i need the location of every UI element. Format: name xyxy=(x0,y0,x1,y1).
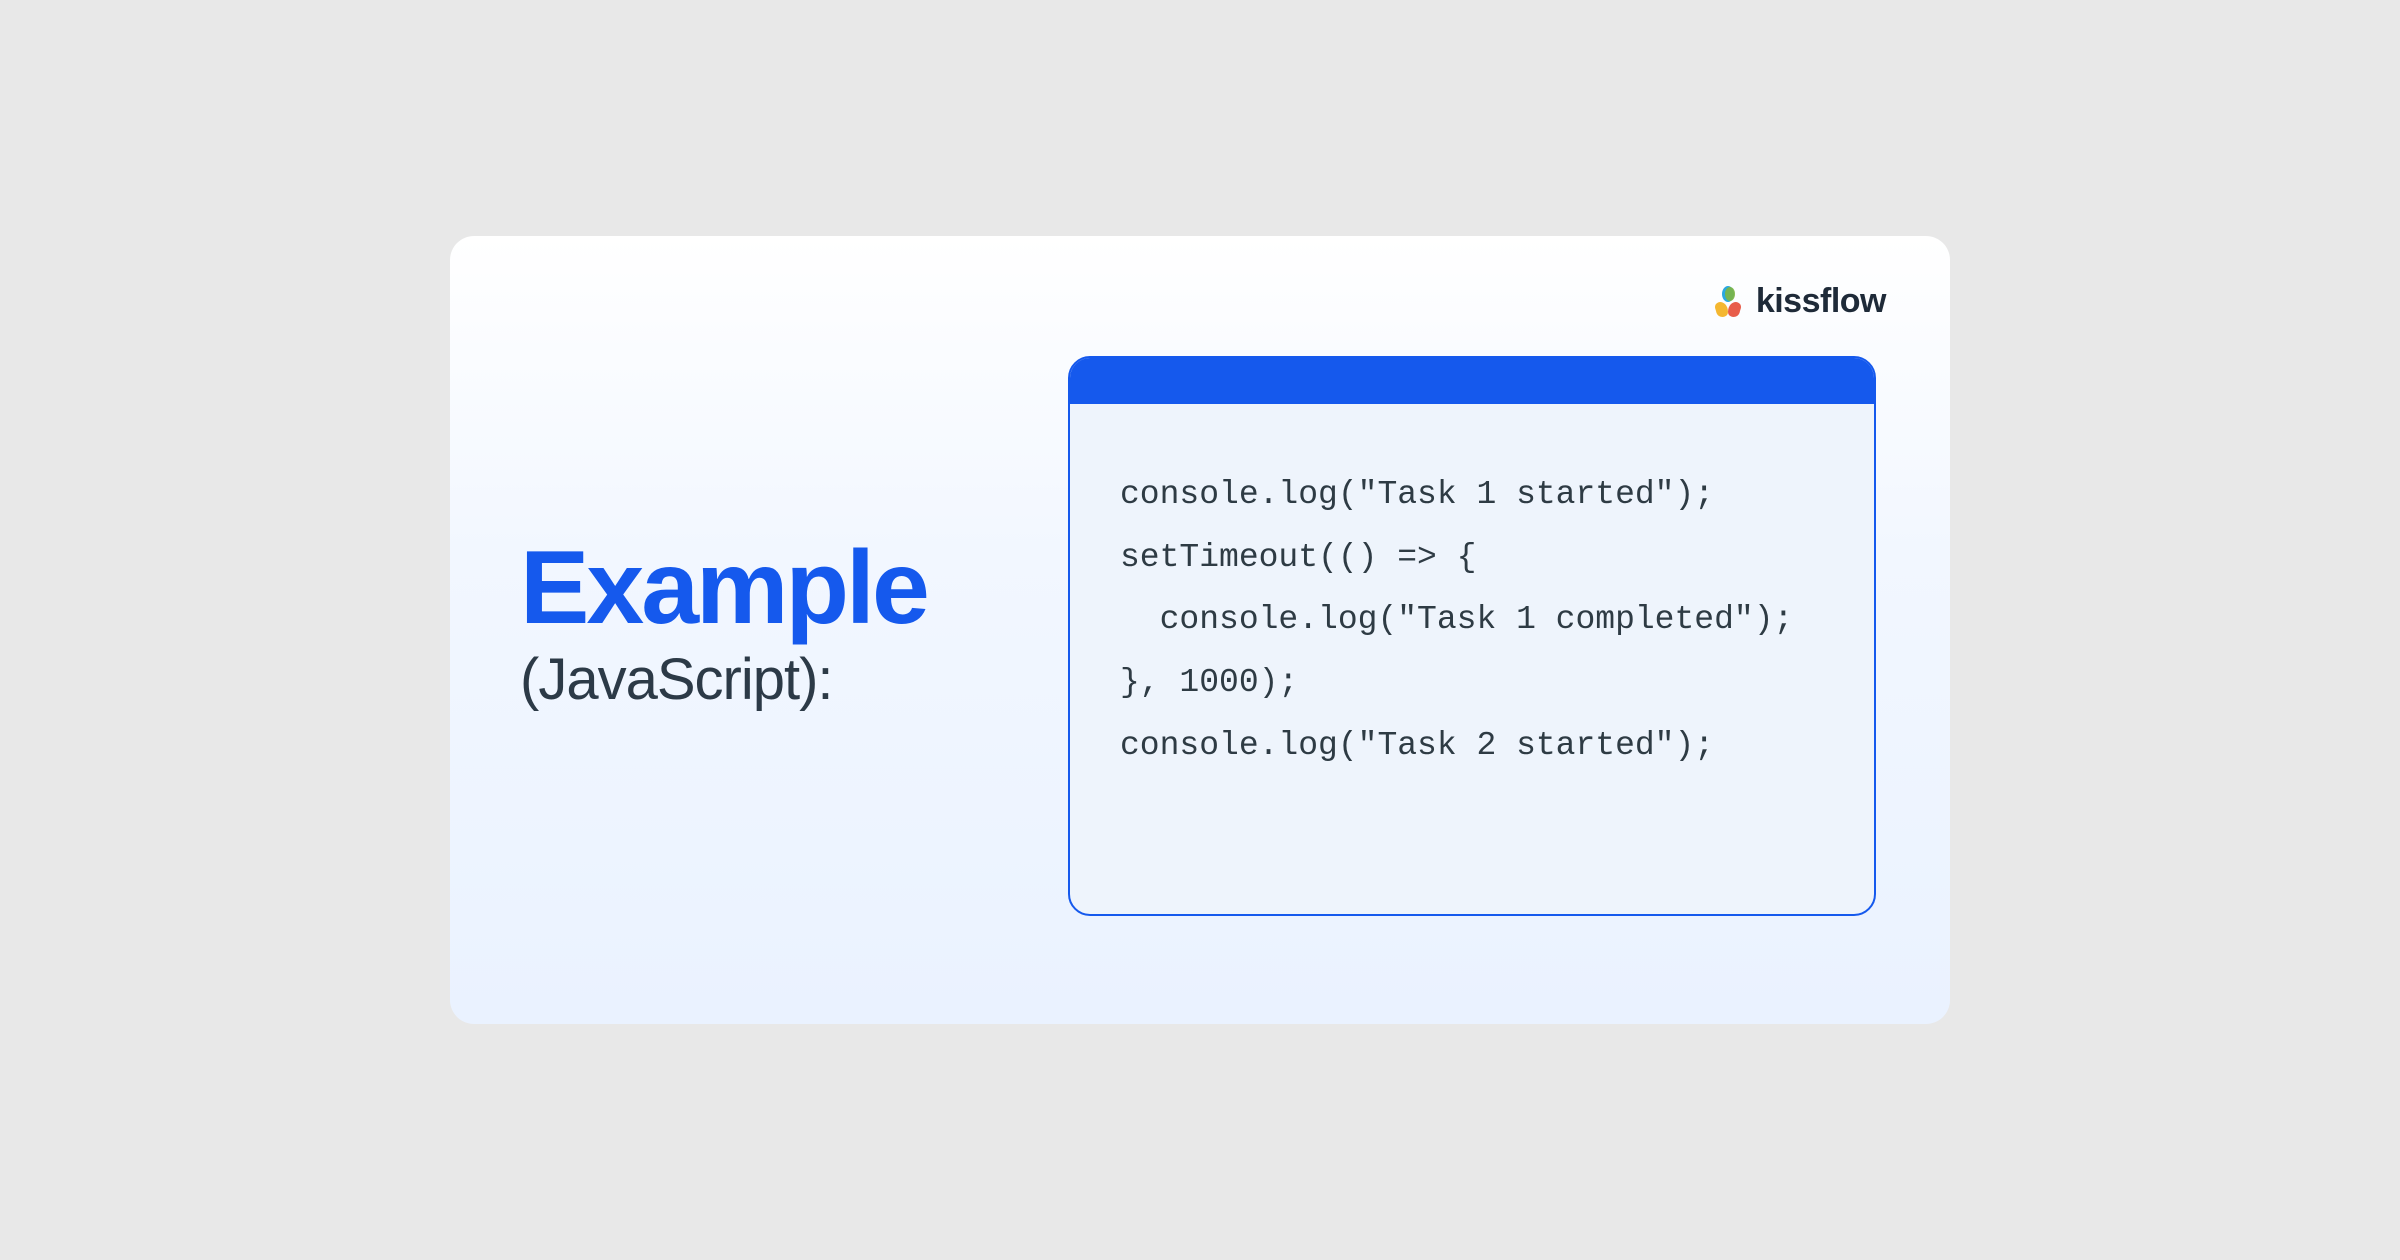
code-window: console.log("Task 1 started"); setTimeou… xyxy=(1068,356,1876,916)
code-body: console.log("Task 1 started"); setTimeou… xyxy=(1070,404,1874,817)
code-line: console.log("Task 1 started"); xyxy=(1120,464,1824,527)
kissflow-icon xyxy=(1710,284,1746,320)
code-line: console.log("Task 2 started"); xyxy=(1120,715,1824,778)
heading-block: Example (JavaScript): xyxy=(520,536,927,713)
slide-canvas: kissflow Example (JavaScript): console.l… xyxy=(450,236,1950,1024)
brand-name: kissflow xyxy=(1756,282,1886,321)
heading-title: Example xyxy=(520,536,927,640)
code-window-titlebar xyxy=(1070,358,1874,404)
brand-logo: kissflow xyxy=(1710,282,1886,321)
code-line: }, 1000); xyxy=(1120,652,1824,715)
heading-subtitle: (JavaScript): xyxy=(520,646,927,713)
code-line: console.log("Task 1 completed"); xyxy=(1120,589,1824,652)
code-line: setTimeout(() => { xyxy=(1120,527,1824,590)
